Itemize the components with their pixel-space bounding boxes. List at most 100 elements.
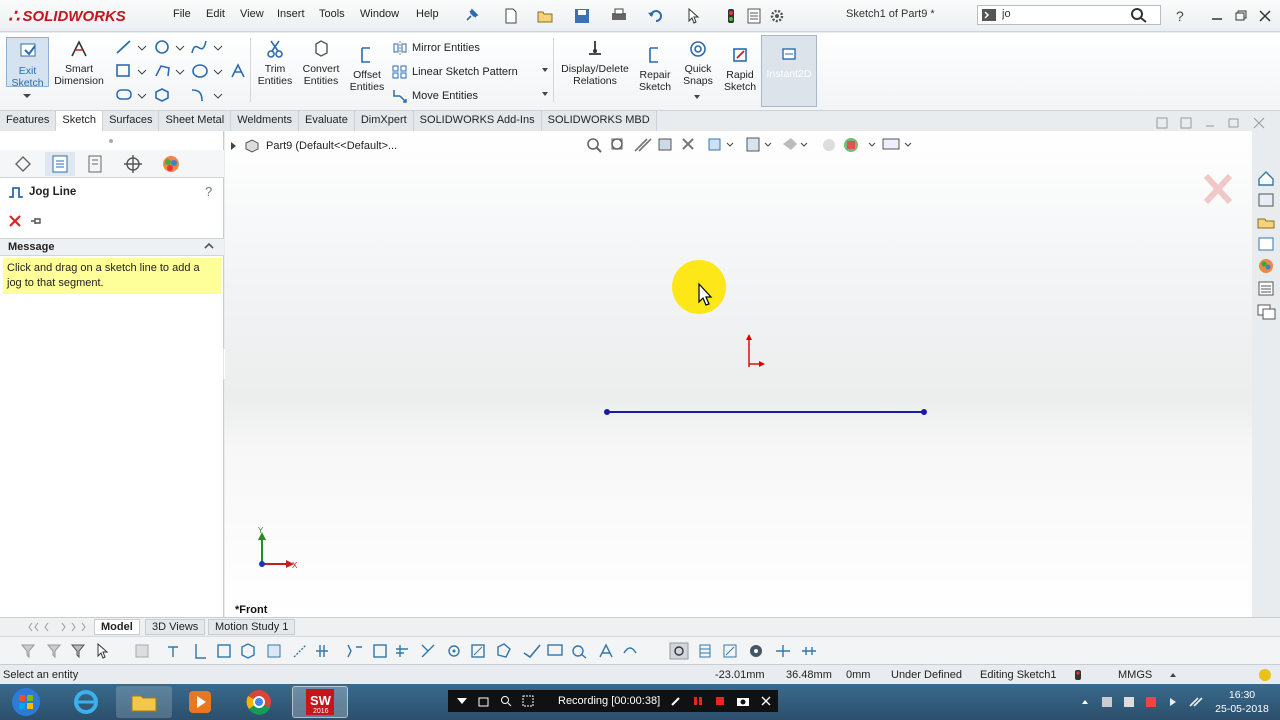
dimxpert-manager-tab-icon[interactable]: [118, 152, 148, 176]
search-field[interactable]: [977, 5, 1161, 25]
file-properties-icon[interactable]: [745, 7, 763, 25]
open-folder-icon[interactable]: [536, 7, 554, 25]
feature-manager-tab-icon[interactable]: [8, 152, 38, 176]
recorder-region-icon[interactable]: [522, 695, 534, 707]
display-manager-tab-icon[interactable]: [156, 152, 186, 176]
trim-entities-button[interactable]: Trim Entities: [253, 38, 297, 87]
tab-evaluate[interactable]: Evaluate: [299, 111, 355, 131]
chrome-icon[interactable]: [244, 688, 274, 716]
rebuild-icon[interactable]: [722, 7, 740, 25]
document-window-controls[interactable]: [1156, 116, 1268, 130]
recorder-pen-icon[interactable]: [670, 695, 682, 707]
recorder-menu-icon[interactable]: [456, 696, 468, 706]
rapid-sketch-button[interactable]: Rapid Sketch: [720, 44, 760, 93]
message-section-header[interactable]: Message: [0, 238, 224, 256]
quick-snaps-button[interactable]: Quick Snaps: [678, 38, 718, 87]
menu-insert[interactable]: Insert: [277, 8, 305, 20]
tab-3d-views[interactable]: 3D Views: [145, 619, 206, 635]
collapse-chevron-up-icon[interactable]: [203, 241, 215, 251]
recorder-camera-icon[interactable]: [736, 695, 750, 707]
selection-filter-icons[interactable]: [18, 641, 828, 661]
windows-start-icon[interactable]: [8, 686, 44, 718]
tab-solidworks-add-ins[interactable]: SOLIDWORKS Add-Ins: [413, 111, 542, 131]
menu-tools[interactable]: Tools: [319, 8, 345, 20]
sketch-line-start-point[interactable]: [604, 409, 610, 415]
tab-dimxpert[interactable]: DimXpert: [354, 111, 414, 131]
sketch-canvas[interactable]: [600, 330, 932, 418]
system-tray-icons[interactable]: [1078, 694, 1208, 710]
chevron-down-icon[interactable]: [540, 66, 550, 74]
select-arrow-icon[interactable]: [684, 7, 702, 25]
tab-sketch[interactable]: Sketch: [56, 111, 104, 131]
mirror-entities-button[interactable]: Mirror Entities: [392, 40, 480, 56]
solidworks-logo[interactable]: ∴ SOLIDWORKS: [8, 2, 146, 30]
tip-icon[interactable]: [1258, 668, 1272, 682]
tab-features[interactable]: Features: [0, 111, 57, 131]
task-pane-tabs[interactable]: [1253, 165, 1280, 325]
help-icon[interactable]: ?: [1172, 7, 1190, 25]
heads-up-view-toolbar[interactable]: [585, 135, 915, 155]
rebuild-status-icon[interactable]: [1072, 669, 1084, 681]
tab-weldments[interactable]: Weldments: [231, 111, 300, 131]
recorder-stop-icon[interactable]: [714, 695, 726, 707]
expand-arrow-icon[interactable]: [230, 141, 238, 151]
restore-window-icon[interactable]: [1232, 7, 1250, 25]
recorder-window-icon[interactable]: [478, 695, 490, 707]
tab-scroll-arrows-icon[interactable]: [28, 621, 88, 633]
pin-icon[interactable]: [462, 7, 480, 25]
menu-edit[interactable]: Edit: [206, 8, 225, 20]
feature-tree-flyout[interactable]: Part9 (Default<<Default>...: [230, 139, 397, 153]
tab-surfaces[interactable]: Surfaces: [103, 111, 160, 131]
system-clock[interactable]: 16:30 25-05-2018: [1212, 688, 1272, 716]
instant2d-button[interactable]: Instant2D: [761, 35, 817, 107]
close-window-icon[interactable]: [1256, 7, 1274, 25]
sketch-text-icon[interactable]: [230, 63, 246, 79]
screen-recorder-bar[interactable]: Recording [00:00:38]: [448, 690, 778, 712]
splitter-handle-icon[interactable]: [106, 136, 116, 146]
menu-view[interactable]: View: [240, 8, 264, 20]
exit-sketch-button[interactable]: Exit Sketch: [6, 37, 49, 89]
undo-icon[interactable]: [647, 7, 665, 25]
linear-sketch-pattern-button[interactable]: Linear Sketch Pattern: [392, 64, 518, 80]
convert-entities-button[interactable]: Convert Entities: [299, 38, 343, 87]
tab-sheet-metal[interactable]: Sheet Metal: [159, 111, 232, 131]
chevron-down-icon[interactable]: [20, 92, 34, 100]
chevron-down-icon[interactable]: [692, 93, 702, 101]
recorder-pause-icon[interactable]: [692, 695, 704, 707]
minimize-window-icon[interactable]: [1208, 7, 1226, 25]
display-delete-relations-button[interactable]: Display/Delete Relations: [558, 38, 632, 87]
move-entities-button[interactable]: Move Entities: [392, 88, 478, 104]
chevron-up-icon[interactable]: [1168, 671, 1178, 679]
menu-file[interactable]: File: [173, 8, 191, 20]
smart-dimension-button[interactable]: Smart Dimension: [52, 38, 106, 87]
new-document-icon[interactable]: [502, 7, 520, 25]
exit-sketch-confirmation-close-icon[interactable]: [1200, 172, 1236, 206]
recorder-close-icon[interactable]: [760, 695, 772, 707]
taskbar-solidworks[interactable]: SW 2016: [292, 686, 348, 718]
property-manager-tab-icon[interactable]: [45, 152, 75, 176]
tab-solidworks-mbd[interactable]: SOLIDWORKS MBD: [541, 111, 657, 131]
sketch-line-end-point[interactable]: [921, 409, 927, 415]
search-icon[interactable]: [1130, 7, 1148, 23]
taskbar-file-explorer[interactable]: [116, 686, 172, 718]
options-gear-icon[interactable]: [768, 7, 786, 25]
tab-model[interactable]: Model: [94, 619, 140, 635]
save-icon[interactable]: [573, 7, 591, 25]
offset-entities-button[interactable]: Offset Entities: [345, 44, 389, 93]
media-player-icon[interactable]: [186, 688, 214, 716]
unit-system[interactable]: MMGS: [1118, 669, 1152, 681]
repair-sketch-button[interactable]: Repair Sketch: [634, 44, 676, 93]
cancel-x-icon[interactable]: [8, 214, 22, 228]
recorder-zoom-icon[interactable]: [500, 695, 512, 707]
help-icon[interactable]: ?: [202, 184, 216, 198]
menu-help[interactable]: Help: [416, 8, 439, 20]
print-icon[interactable]: [610, 7, 628, 25]
pushpin-icon[interactable]: [29, 214, 43, 228]
sketch-entities-grid[interactable]: [114, 38, 239, 104]
menu-window[interactable]: Window: [360, 8, 399, 20]
chevron-down-icon[interactable]: [540, 90, 550, 98]
tab-motion-study-1[interactable]: Motion Study 1: [208, 619, 296, 635]
configuration-manager-tab-icon[interactable]: [80, 152, 110, 176]
search-input[interactable]: [1002, 8, 1122, 20]
internet-explorer-icon[interactable]: [70, 688, 102, 716]
